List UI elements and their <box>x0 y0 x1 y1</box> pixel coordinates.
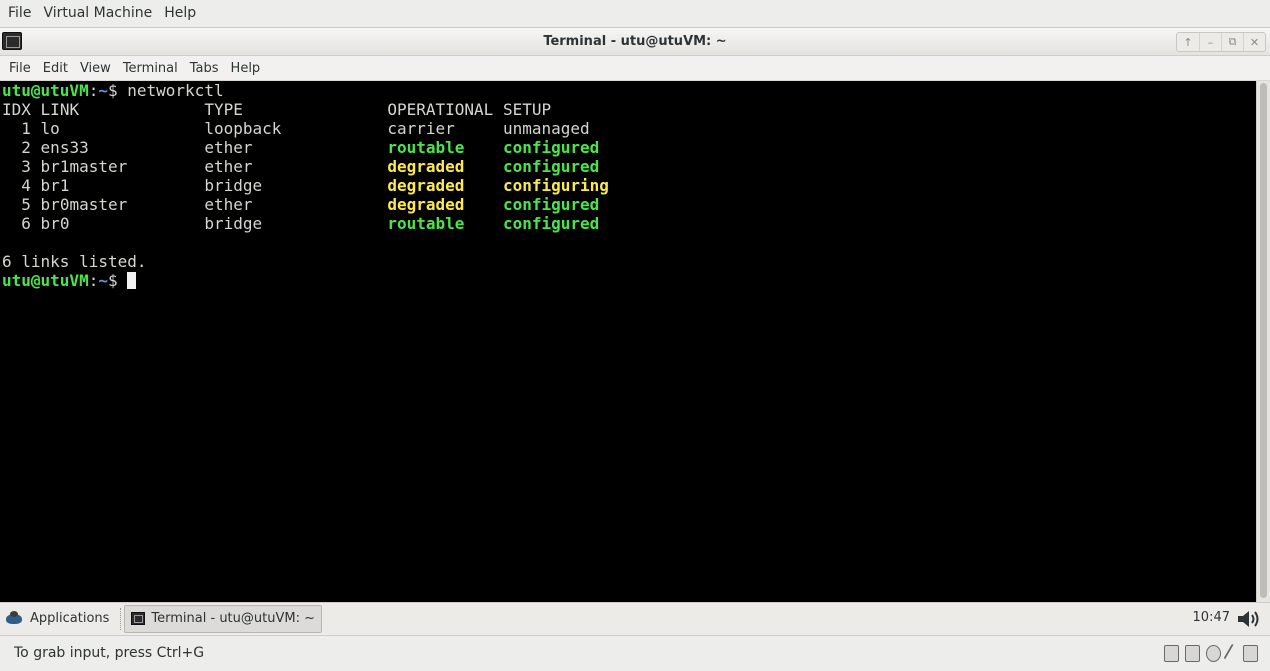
taskbar-terminal-button[interactable]: Terminal - utu@utuVM: ~ <box>124 604 323 633</box>
applications-label: Applications <box>30 611 110 626</box>
row-operational: routable <box>387 214 465 233</box>
row-operational: degraded <box>387 195 465 214</box>
window-titlebar[interactable]: Terminal - utu@utuVM: ~ ↑ – ⧉ ✕ <box>0 28 1270 56</box>
xfce-mouse-icon <box>4 609 26 629</box>
terminal-menubar: File Edit View Terminal Tabs Help <box>0 56 1270 81</box>
hard-disk-icon[interactable] <box>1164 645 1179 662</box>
row-link: br0 <box>40 214 70 233</box>
usb-icon[interactable] <box>1223 643 1241 664</box>
host-menu-file[interactable]: File <box>2 5 37 21</box>
window-close-icon[interactable]: ✕ <box>1243 33 1265 51</box>
text-cursor <box>127 272 137 289</box>
terminal-menu-help[interactable]: Help <box>225 61 267 76</box>
sound-card-icon[interactable] <box>1243 645 1258 662</box>
window-shade-icon[interactable]: ↑ <box>1177 33 1199 51</box>
window-title: Terminal - utu@utuVM: ~ <box>543 34 727 49</box>
row-setup: configuring <box>502 176 609 195</box>
host-statusbar: To grab input, press Ctrl+G <box>0 635 1270 671</box>
row-operational: carrier <box>387 119 455 138</box>
clock[interactable]: 10:47 <box>1193 610 1230 625</box>
host-menu-help[interactable]: Help <box>158 5 202 21</box>
row-link: br0master <box>40 195 128 214</box>
terminal-icon <box>131 612 146 625</box>
header-setup: SETUP <box>502 100 552 119</box>
taskbar-separator <box>120 607 122 630</box>
terminal-menu-file[interactable]: File <box>3 61 37 76</box>
window-maximize-icon[interactable]: ⧉ <box>1221 33 1243 51</box>
host-menu-virtual-machine[interactable]: Virtual Machine <box>37 5 158 21</box>
header-link: LINK <box>40 100 205 119</box>
row-idx: 5 <box>21 195 31 214</box>
command-text: networkctl <box>127 81 224 100</box>
row-idx: 4 <box>21 176 31 195</box>
scrollbar-thumb[interactable] <box>1260 83 1267 598</box>
applications-menu-button[interactable]: Applications <box>0 605 117 633</box>
row-setup: configured <box>502 138 600 157</box>
footer-line: 6 links listed. <box>2 252 147 271</box>
terminal-window: Terminal - utu@utuVM: ~ ↑ – ⧉ ✕ File Edi… <box>0 27 1270 602</box>
row-setup: unmanaged <box>502 119 590 138</box>
prompt-user: utu@utuVM <box>2 271 89 290</box>
host-menubar: File Virtual Machine Help <box>0 0 1270 26</box>
taskbar-terminal-label: Terminal - utu@utuVM: ~ <box>151 611 315 626</box>
row-setup: configured <box>502 195 600 214</box>
table-row: 5 br0master ether degraded configured <box>2 195 1256 214</box>
prompt-user: utu@utuVM <box>2 81 89 100</box>
terminal-menu-tabs[interactable]: Tabs <box>184 61 225 76</box>
hard-disk-2-icon[interactable] <box>1185 645 1200 662</box>
window-controls: ↑ – ⧉ ✕ <box>1176 32 1266 52</box>
device-status-icons <box>1164 643 1258 664</box>
row-link: ens33 <box>40 138 89 157</box>
row-type: loopback <box>204 119 282 138</box>
table-row: 2 ens33 ether routable configured <box>2 138 1256 157</box>
terminal-output[interactable]: utu@utuVM:~$ networkctl IDX LINK TYPE OP… <box>0 81 1256 602</box>
row-link: lo <box>40 119 60 138</box>
table-header: IDX LINK TYPE OPERATIONAL SETUP <box>2 100 1256 119</box>
row-idx: 2 <box>21 138 31 157</box>
prompt-separator: : <box>88 81 99 100</box>
row-idx: 3 <box>21 157 31 176</box>
row-type: bridge <box>204 214 263 233</box>
table-row: 4 br1 bridge degraded configuring <box>2 176 1256 195</box>
row-setup: configured <box>502 214 600 233</box>
row-type: ether <box>204 195 253 214</box>
header-type: TYPE <box>204 100 388 119</box>
header-operational: OPERATIONAL <box>387 100 494 119</box>
terminal-scrollbar[interactable] <box>1256 81 1270 602</box>
prompt-dir: ~ <box>98 271 108 290</box>
row-type: ether <box>204 157 253 176</box>
command-line: utu@utuVM:~$ networkctl <box>2 81 1256 100</box>
table-row: 6 br0 bridge routable configured <box>2 214 1256 233</box>
network-disconnected-icon[interactable] <box>1206 645 1221 662</box>
row-link: br1 <box>40 176 70 195</box>
row-idx: 6 <box>21 214 31 233</box>
table-row: 3 br1master ether degraded configured <box>2 157 1256 176</box>
row-idx: 1 <box>21 119 31 138</box>
row-operational: routable <box>387 138 465 157</box>
grab-input-hint: To grab input, press Ctrl+G <box>14 645 205 661</box>
terminal-menu-terminal[interactable]: Terminal <box>117 61 184 76</box>
prompt-line: utu@utuVM:~$ <box>2 271 1256 290</box>
row-operational: degraded <box>387 176 465 195</box>
header-idx: IDX <box>2 100 31 119</box>
volume-icon[interactable] <box>1236 608 1262 630</box>
guest-taskbar: Applications Terminal - utu@utuVM: ~ 10:… <box>0 602 1270 634</box>
terminal-menu-edit[interactable]: Edit <box>37 61 74 76</box>
prompt-dir: ~ <box>98 81 108 100</box>
link-table-rows: 1 lo loopback carrier unmanaged 2 ens33 … <box>2 119 1256 233</box>
prompt-symbol: $ <box>107 81 128 100</box>
row-setup: configured <box>502 157 600 176</box>
row-type: ether <box>204 138 253 157</box>
table-row: 1 lo loopback carrier unmanaged <box>2 119 1256 138</box>
terminal-menu-view[interactable]: View <box>74 61 117 76</box>
row-operational: degraded <box>387 157 465 176</box>
row-link: br1master <box>40 157 128 176</box>
row-type: bridge <box>204 176 263 195</box>
prompt-symbol: $ <box>107 271 128 290</box>
window-minimize-icon[interactable]: – <box>1199 33 1221 51</box>
prompt-separator: : <box>88 271 99 290</box>
